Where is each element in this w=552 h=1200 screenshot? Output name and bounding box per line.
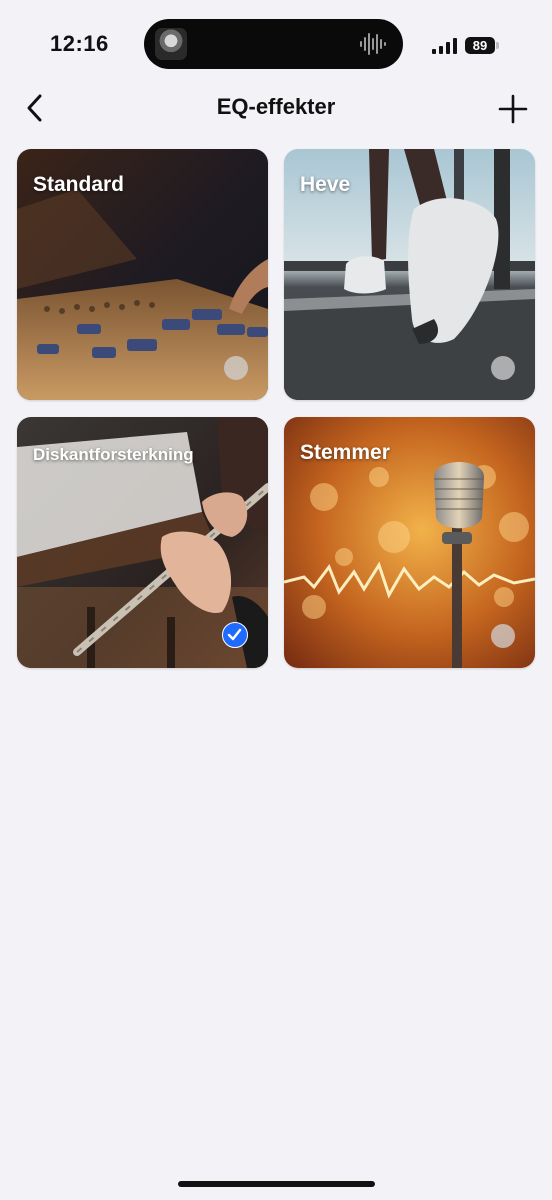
audio-waveform-icon: [360, 33, 386, 55]
preset-label: Heve: [300, 173, 351, 196]
status-time: 12:16: [50, 31, 109, 56]
plus-icon: [498, 94, 528, 124]
selection-indicator[interactable]: [224, 356, 248, 380]
preset-card-diskantforsterkning[interactable]: Diskantforsterkning: [17, 417, 268, 668]
page-title: EQ-effekter: [216, 94, 336, 119]
selection-indicator[interactable]: [491, 356, 515, 380]
preset-card-stemmer[interactable]: Stemmer: [284, 417, 535, 668]
battery-icon: 89: [465, 37, 495, 54]
preset-label: Diskantforsterkning: [33, 445, 194, 464]
now-playing-artwork: [155, 28, 187, 60]
selection-indicator[interactable]: [491, 624, 515, 648]
preset-card-heve[interactable]: Heve: [284, 149, 535, 400]
cellular-signal-icon: [432, 38, 457, 54]
nav-bar: EQ-effekter: [0, 82, 552, 132]
dynamic-island: [144, 19, 403, 69]
add-preset-button[interactable]: [496, 92, 530, 126]
home-indicator[interactable]: [178, 1181, 375, 1187]
preset-card-standard[interactable]: Standard: [17, 149, 268, 400]
preset-label: Stemmer: [300, 441, 390, 464]
status-bar: 12:16 89: [0, 0, 552, 90]
battery-tip: [496, 42, 499, 49]
selected-check-indicator[interactable]: [222, 622, 248, 648]
checkmark-icon: [227, 628, 242, 641]
preset-label: Standard: [33, 173, 125, 196]
battery-level: 89: [472, 38, 488, 53]
